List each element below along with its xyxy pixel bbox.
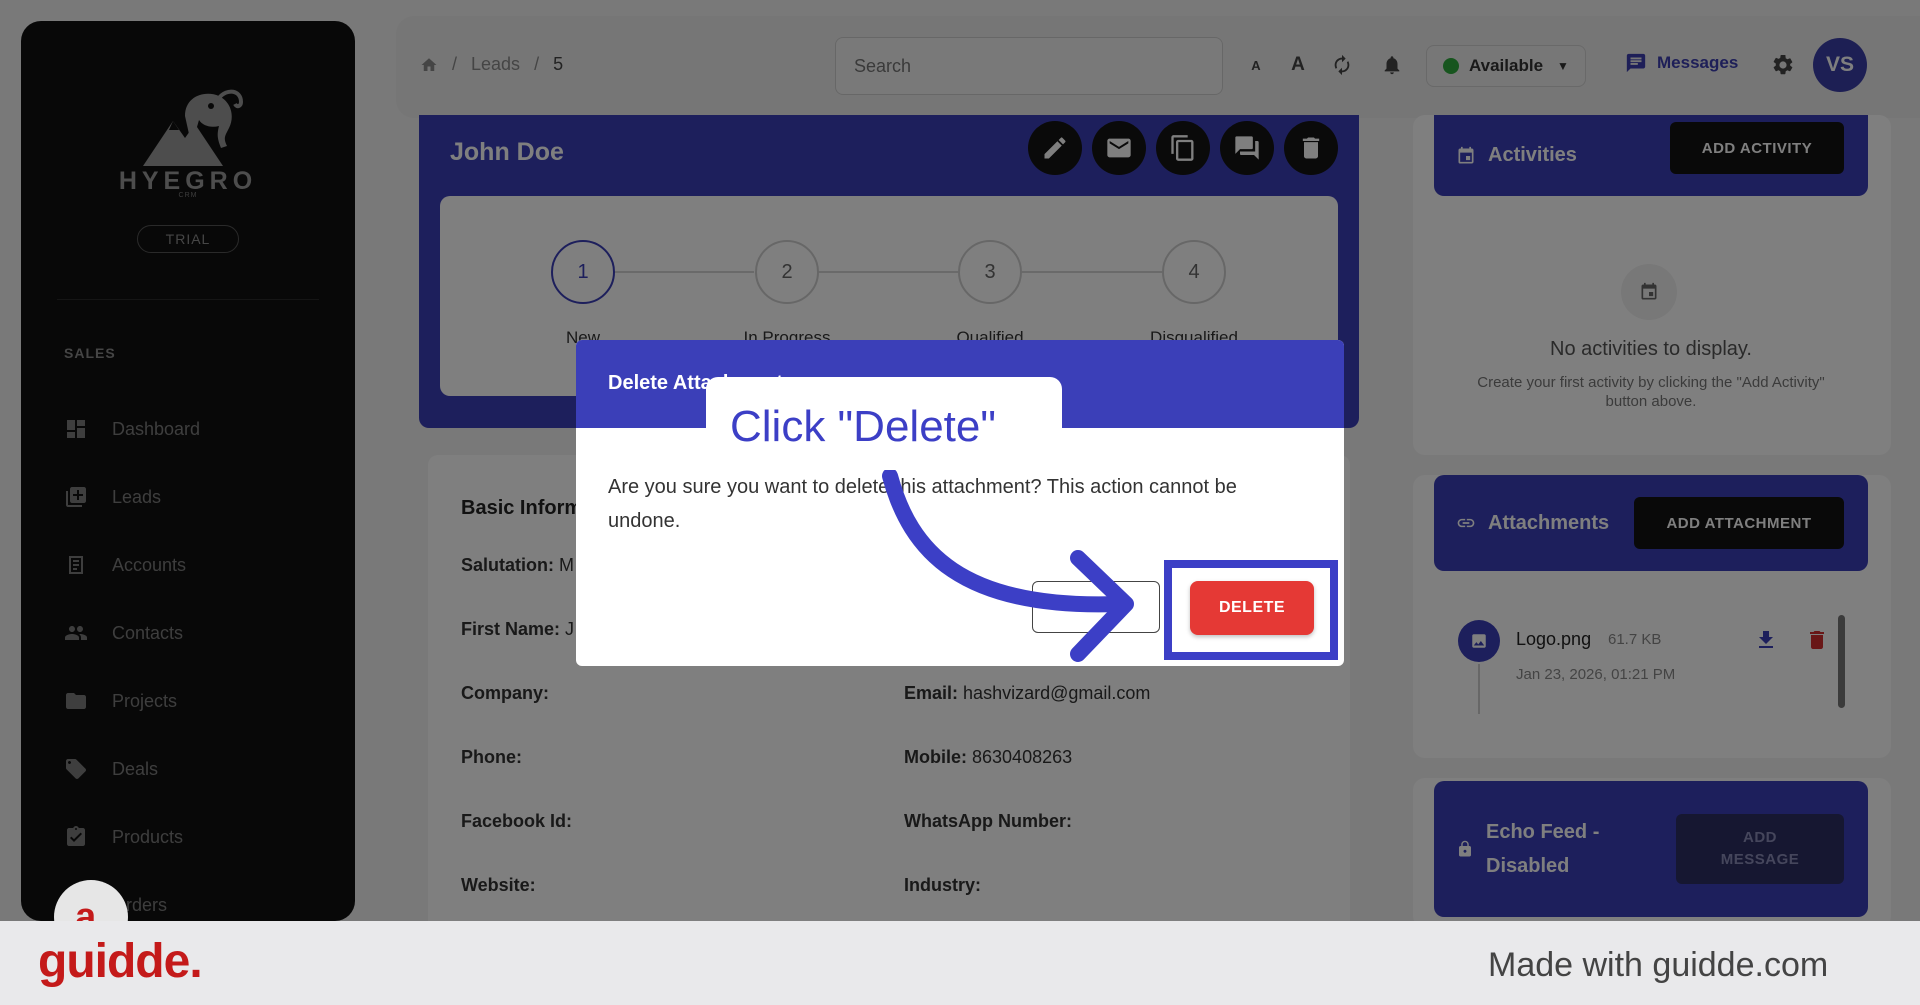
instruction-callout: Click "Delete" [706,377,1062,477]
guidde-logo[interactable]: guidde. [38,934,203,989]
highlight-box [1164,560,1338,660]
footer-tagline[interactable]: Made with guidde.com [1488,946,1828,985]
annotation-arrow-icon [882,470,1134,662]
